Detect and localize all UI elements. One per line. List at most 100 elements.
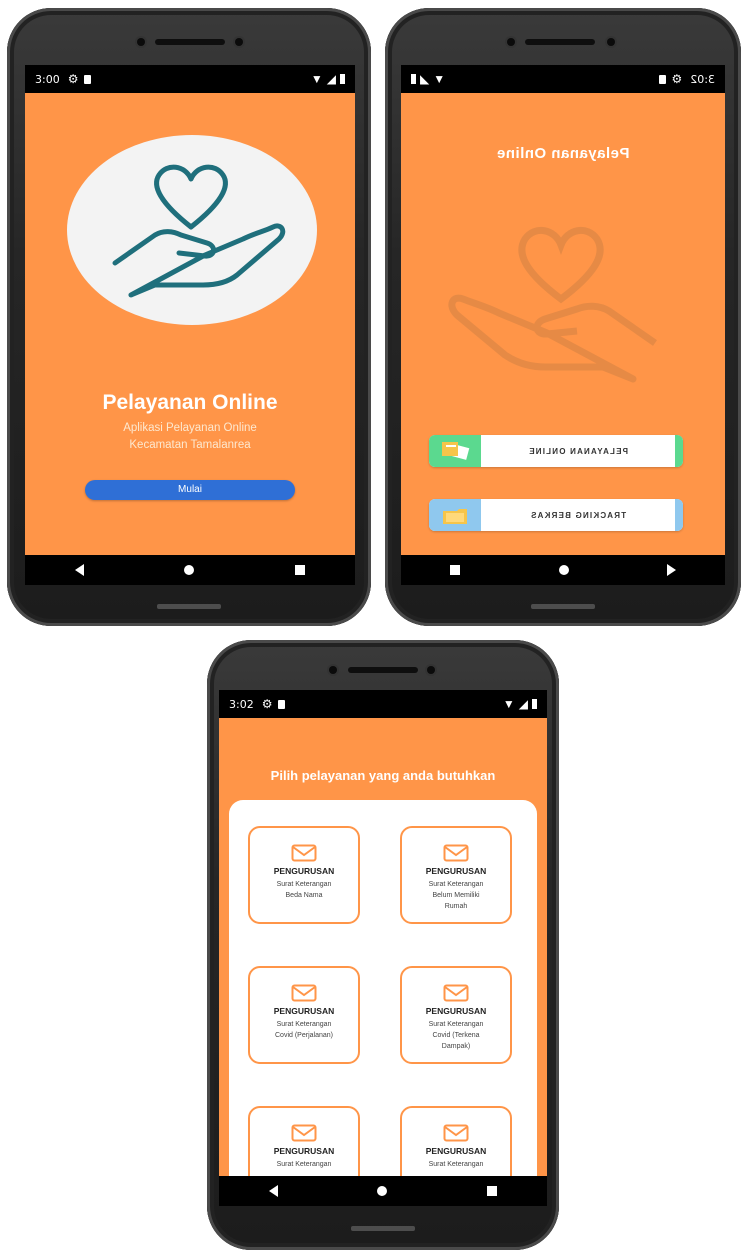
card-line: Surat Keterangan	[428, 1161, 484, 1168]
welcome-content: Pelayanan Online Aplikasi Pelayanan Onli…	[25, 93, 355, 555]
service-card[interactable]: PENGURUSAN Surat Keterangan Covid (Terke…	[400, 966, 512, 1064]
front-camera-icon	[329, 666, 337, 674]
battery-icon	[532, 699, 537, 709]
status-time: 3:02	[229, 697, 254, 711]
sim-icon	[84, 74, 92, 84]
sim-icon	[658, 74, 666, 84]
phone-frame-welcome: 3:00 ⚙ ▼ ◢ Pelayanan Online Aplikasi Pel…	[7, 8, 371, 626]
card-line: Surat Keterangan	[276, 881, 332, 888]
service-card[interactable]: PENGURUSAN Surat Keterangan	[400, 1106, 512, 1176]
sim-icon	[278, 699, 286, 709]
phone-frame-menu: 3:02 ⚙ ▼ ◢ Pelayanan Online PELAYANAN ON…	[385, 8, 741, 626]
back-icon[interactable]	[75, 564, 85, 576]
screen-menu: 3:02 ⚙ ▼ ◢ Pelayanan Online PELAYANAN ON…	[401, 65, 725, 585]
page-title: Pilih pelayanan yang anda butuhkan	[270, 768, 496, 783]
settings-icon: ⚙	[671, 72, 683, 86]
front-camera-icon	[137, 38, 145, 46]
bottom-grille	[531, 604, 595, 609]
screen-welcome: 3:00 ⚙ ▼ ◢ Pelayanan Online Aplikasi Pel…	[25, 65, 355, 585]
app-title: Pelayanan Online	[102, 391, 278, 414]
card-line: Rumah	[444, 903, 468, 910]
services-panel: PENGURUSAN Surat Keterangan Beda Nama PE…	[229, 800, 537, 1176]
sensor-icon	[607, 38, 615, 46]
recents-icon[interactable]	[487, 1186, 498, 1196]
service-card[interactable]: PENGURUSAN Surat Keterangan Covid (Perja…	[248, 966, 360, 1064]
card-line: Beda Nama	[285, 892, 323, 899]
menu-content: Pelayanan Online PELAYANAN ONLINE TRACKI…	[401, 93, 725, 555]
heart-hand-watermark-icon	[448, 227, 657, 383]
front-camera-icon	[507, 38, 515, 46]
card-line: Belum Memiliki	[432, 892, 480, 899]
card-line: Surat Keterangan	[428, 1021, 484, 1028]
heart-hand-icon	[112, 164, 286, 298]
bottom-grille	[351, 1226, 415, 1231]
pelayanan-online-button[interactable]: PELAYANAN ONLINE	[429, 435, 683, 467]
tracking-berkas-button[interactable]: TRACKING BERKAS	[429, 499, 683, 531]
home-icon[interactable]	[184, 565, 195, 575]
signal-icon: ◢	[518, 697, 528, 711]
service-card[interactable]: PENGURUSAN Surat Keterangan Beda Nama	[248, 826, 360, 924]
card-line: Surat Keterangan	[428, 881, 484, 888]
sensor-icon	[235, 38, 243, 46]
earpiece	[348, 667, 418, 673]
wifi-icon: ▼	[433, 72, 446, 86]
back-icon[interactable]	[268, 1185, 278, 1197]
card-title: PENGURUSAN	[273, 1006, 335, 1016]
button-label: PELAYANAN ONLINE	[528, 446, 628, 456]
mail-icon	[291, 984, 317, 1002]
card-line: Covid (Terkena	[432, 1032, 480, 1039]
wifi-icon: ▼	[502, 697, 515, 711]
service-card[interactable]: PENGURUSAN Surat Keterangan	[248, 1106, 360, 1176]
status-bar: 3:00 ⚙ ▼ ◢	[25, 65, 355, 93]
mail-icon	[443, 844, 469, 862]
signal-icon: ◢	[420, 72, 430, 86]
card-line: Surat Keterangan	[276, 1021, 332, 1028]
logo-circle	[67, 135, 317, 325]
app-title: Pelayanan Online	[496, 145, 630, 162]
signal-icon: ◢	[326, 72, 336, 86]
button-accent	[675, 499, 683, 531]
home-icon[interactable]	[377, 1186, 388, 1196]
back-icon[interactable]	[666, 564, 676, 576]
recents-icon[interactable]	[450, 565, 461, 575]
button-accent	[675, 435, 683, 467]
card-line: Covid (Perjalanan)	[275, 1032, 333, 1039]
status-bar: 3:02 ⚙ ▼ ◢	[401, 65, 725, 93]
nav-bar	[219, 1176, 547, 1206]
documents-icon	[429, 435, 481, 467]
nav-bar	[401, 555, 725, 585]
service-card[interactable]: PENGURUSAN Surat Keterangan Belum Memili…	[400, 826, 512, 924]
status-bar: 3:02 ⚙ ▼ ◢	[219, 690, 547, 718]
card-title: PENGURUSAN	[425, 1006, 487, 1016]
card-description: Surat Keterangan Covid (Perjalanan)	[250, 1019, 358, 1041]
mail-icon	[443, 1124, 469, 1142]
earpiece	[155, 39, 225, 45]
card-description: Surat Keterangan	[250, 1159, 358, 1170]
card-title: PENGURUSAN	[273, 866, 335, 876]
card-description: Surat Keterangan	[402, 1159, 510, 1170]
earpiece	[525, 39, 595, 45]
start-button[interactable]: Mulai	[85, 480, 295, 500]
phone-frame-services: 3:02 ⚙ ▼ ◢ Pilih pelayanan yang anda but…	[207, 640, 559, 1250]
battery-icon	[411, 74, 416, 84]
home-icon[interactable]	[558, 565, 569, 575]
card-description: Surat Keterangan Covid (Terkena Dampak)	[402, 1019, 510, 1052]
mail-icon	[291, 1124, 317, 1142]
screen-services: 3:02 ⚙ ▼ ◢ Pilih pelayanan yang anda but…	[219, 690, 547, 1206]
wifi-icon: ▼	[310, 72, 323, 86]
card-description: Surat Keterangan Belum Memiliki Rumah	[402, 879, 510, 912]
services-content: Pilih pelayanan yang anda butuhkan PENGU…	[219, 718, 547, 1176]
card-line: Dampak)	[441, 1043, 471, 1050]
bottom-grille	[157, 604, 221, 609]
mail-icon	[443, 984, 469, 1002]
status-time: 3:00	[35, 72, 60, 86]
battery-icon	[340, 74, 345, 84]
card-title: PENGURUSAN	[425, 1146, 487, 1156]
nav-bar	[25, 555, 355, 585]
subtitle-line: Aplikasi Pelayanan Online	[123, 422, 257, 434]
sensor-icon	[427, 666, 435, 674]
recents-icon[interactable]	[294, 565, 305, 575]
folder-icon	[429, 499, 481, 531]
card-description: Surat Keterangan Beda Nama	[250, 879, 358, 901]
app-subtitle: Aplikasi Pelayanan Online Kecamatan Tama…	[25, 420, 355, 454]
